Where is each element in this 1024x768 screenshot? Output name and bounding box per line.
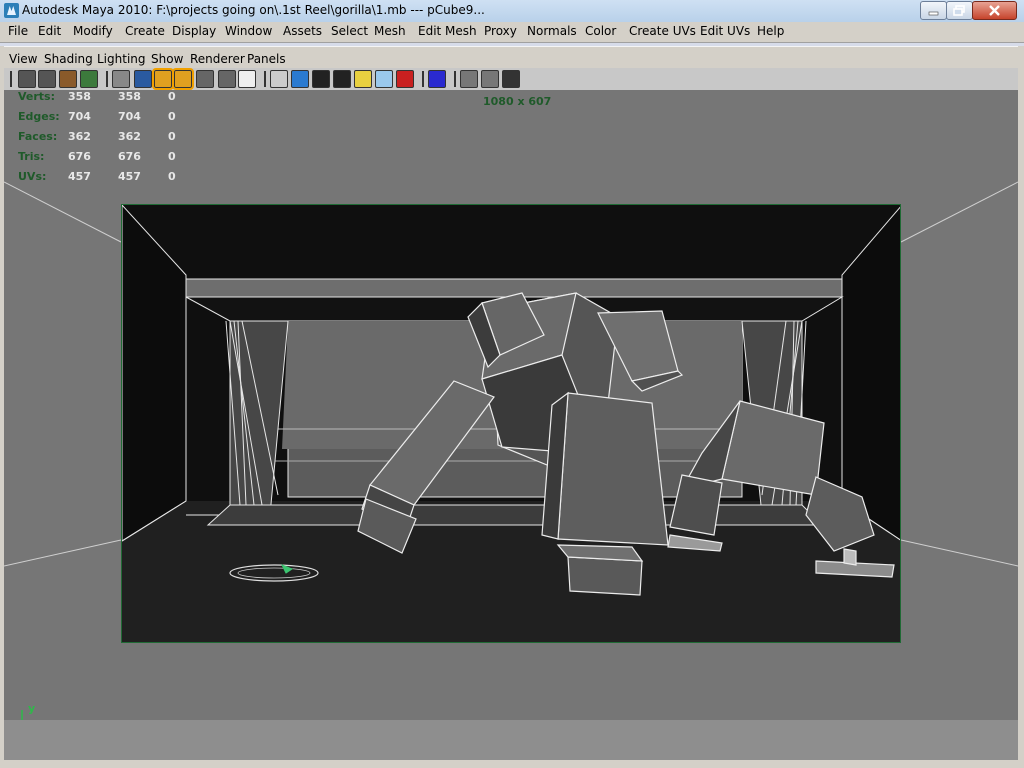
wireframe-on-shaded-icon[interactable] — [312, 70, 330, 88]
viewport-bottom-strip — [4, 720, 1018, 760]
panel-menu-lighting[interactable]: Lighting — [97, 52, 146, 66]
menu-edit-uvs[interactable]: Edit UVs — [700, 24, 750, 38]
hud-stat-label: Faces: — [18, 130, 58, 143]
close-button[interactable] — [972, 1, 1017, 20]
minimize-icon — [928, 11, 939, 16]
toolbar-separator — [454, 71, 456, 87]
resolution-gate[interactable] — [121, 204, 901, 643]
panel-menu-view[interactable]: View — [9, 52, 37, 66]
minimize-button[interactable] — [920, 1, 947, 20]
default-material-icon[interactable] — [333, 70, 351, 88]
maya-app-icon[interactable] — [4, 3, 19, 18]
toolbar-separator — [422, 71, 424, 87]
hud-stat-value: 457 — [68, 170, 91, 183]
safe-action-icon[interactable] — [218, 70, 236, 88]
menu-edit[interactable]: Edit — [38, 24, 61, 38]
hud-stat-uv: 0 — [168, 90, 176, 103]
hud-stat-uv: 0 — [168, 130, 176, 143]
menu-color[interactable]: Color — [585, 24, 616, 38]
window-title: Autodesk Maya 2010: F:\projects going on… — [22, 3, 485, 17]
resolution-gate-label: 1080 x 607 — [483, 95, 552, 108]
wireframe-icon[interactable] — [270, 70, 288, 88]
menu-mesh[interactable]: Mesh — [374, 24, 406, 38]
grid-icon[interactable] — [112, 70, 130, 88]
menu-modify[interactable]: Modify — [73, 24, 113, 38]
panel-menu-renderer[interactable]: Renderer — [190, 52, 245, 66]
shadows-icon[interactable] — [396, 70, 414, 88]
close-icon — [989, 5, 1000, 16]
xray-active-icon[interactable] — [502, 70, 520, 88]
smooth-shade-icon[interactable] — [291, 70, 309, 88]
gate-mask-icon[interactable] — [172, 68, 194, 90]
hud-stat-label: Tris: — [18, 150, 45, 163]
menu-display[interactable]: Display — [172, 24, 216, 38]
main-menu-bar: File Edit Modify Create Display Window Assets S… — [0, 22, 1024, 43]
film-gate-icon[interactable] — [134, 70, 152, 88]
axis-y-label: y — [28, 702, 36, 715]
hud-stat-selected: 457 — [118, 170, 141, 183]
hud-stat-selected: 676 — [118, 150, 141, 163]
hud-stat-uv: 0 — [168, 110, 176, 123]
hud-stat-uv: 0 — [168, 170, 176, 183]
camera-attributes-icon[interactable] — [38, 70, 56, 88]
toolbar-separator — [264, 71, 266, 87]
window-frame-right — [1018, 46, 1024, 768]
viewport-toolbar — [4, 68, 1020, 91]
panel-menu-shading[interactable]: Shading — [44, 52, 93, 66]
hud-stat-value: 362 — [68, 130, 91, 143]
hud-stat-value: 358 — [68, 90, 91, 103]
image-plane-icon[interactable] — [80, 70, 98, 88]
menu-file[interactable]: File — [8, 24, 28, 38]
hud-stat-label: UVs: — [18, 170, 47, 183]
field-chart-icon[interactable] — [196, 70, 214, 88]
hud-stat-value: 704 — [68, 110, 91, 123]
scene-render[interactable] — [122, 205, 901, 643]
menu-normals[interactable]: Normals — [527, 24, 577, 38]
hud-stat-selected: 362 — [118, 130, 141, 143]
hud-stat-label: Verts: — [18, 90, 56, 103]
toolbar-separator — [106, 71, 108, 87]
panel-menu-bar: View Shading Lighting Show Renderer Panels — [4, 46, 1020, 69]
perspective-viewport[interactable]: Verts: 358 358 0 Edges: 704 704 0 Faces: 362 362 0 T… — [4, 90, 1018, 720]
restore-button[interactable] — [946, 1, 973, 20]
menu-edit-mesh[interactable]: Edit Mesh — [418, 24, 477, 38]
title-bar: Autodesk Maya 2010: F:\projects going on… — [0, 0, 1024, 23]
menu-proxy[interactable]: Proxy — [484, 24, 517, 38]
menu-assets[interactable]: Assets — [283, 24, 322, 38]
menu-window[interactable]: Window — [225, 24, 272, 38]
hud-stat-selected: 704 — [118, 110, 141, 123]
menu-help[interactable]: Help — [757, 24, 784, 38]
menu-select[interactable]: Select — [331, 24, 368, 38]
use-lights-icon[interactable] — [354, 70, 372, 88]
hud-stat-value: 676 — [68, 150, 91, 163]
safe-title-icon[interactable] — [238, 70, 256, 88]
hud-stat-uv: 0 — [168, 150, 176, 163]
bookmark-icon[interactable] — [59, 70, 77, 88]
resolution-gate-icon[interactable] — [152, 68, 174, 90]
menu-create-uvs[interactable]: Create UVs — [629, 24, 696, 38]
hud-stat-selected: 358 — [118, 90, 141, 103]
restore-icon — [953, 5, 965, 16]
panel-menu-panels[interactable]: Panels — [247, 52, 286, 66]
panel-menu-show[interactable]: Show — [151, 52, 183, 66]
camera-select-icon[interactable] — [18, 70, 36, 88]
xray-icon[interactable] — [460, 70, 478, 88]
hud-stat-label: Edges: — [18, 110, 60, 123]
isolate-select-icon[interactable] — [428, 70, 446, 88]
window-frame-bottom — [0, 760, 1024, 768]
menu-create[interactable]: Create — [125, 24, 165, 38]
toolbar-separator — [10, 71, 12, 87]
xray-joints-icon[interactable] — [481, 70, 499, 88]
textured-icon[interactable] — [375, 70, 393, 88]
